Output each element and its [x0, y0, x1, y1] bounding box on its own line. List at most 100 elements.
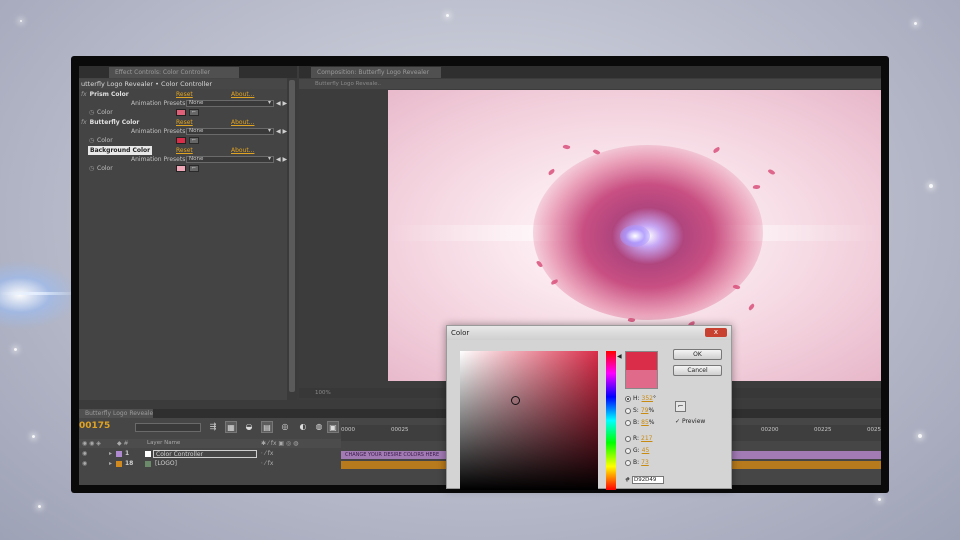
effect-row-prism-color[interactable]: fx Prism Color Reset About... — [79, 90, 287, 99]
effect-name: fx Prism Color — [81, 91, 129, 98]
timeline-search-input[interactable] — [135, 423, 201, 432]
effect-name: fx Butterfly Color — [81, 119, 140, 126]
ok-button[interactable]: OK — [673, 349, 722, 360]
color-swatch[interactable] — [176, 109, 186, 116]
effect-name: Background Color — [88, 146, 153, 155]
graph-editor-icon[interactable]: ◐ — [297, 421, 309, 433]
field-r[interactable]: R: 217 — [625, 434, 652, 444]
expand-chevron-icon[interactable]: ▸ — [109, 449, 112, 459]
color-swatch[interactable] — [176, 165, 186, 172]
radio-button[interactable] — [625, 435, 631, 442]
layer-row[interactable]: ◉ ▸ 1 Color Controller ⋅ ⁄ fx — [79, 449, 341, 459]
visibility-icon[interactable]: ◉ — [82, 449, 87, 459]
radio-button[interactable] — [625, 447, 631, 454]
about-link[interactable]: About... — [231, 90, 254, 99]
ruler-tick: 0000 — [341, 427, 355, 433]
animation-presets-dropdown[interactable]: None — [186, 156, 274, 163]
stopwatch-icon[interactable]: ◷ — [89, 136, 94, 145]
color-property-row: ◷ Color ⌐ — [79, 108, 287, 117]
switches-header-icons: ✱ ⁄ fx ▣ ◎ ◍ — [261, 440, 299, 447]
about-link[interactable]: About... — [231, 118, 254, 127]
tab-effect-controls[interactable]: Effect Controls: Color Controller — [109, 67, 239, 78]
motion-blur-icon[interactable]: ◎ — [279, 421, 291, 433]
color-swatch[interactable] — [176, 137, 186, 144]
visibility-icon[interactable]: ◉ — [82, 459, 87, 469]
cancel-button[interactable]: Cancel — [673, 365, 722, 376]
stopwatch-icon[interactable]: ◷ — [89, 164, 94, 173]
saturation-brightness-field[interactable] — [460, 351, 598, 490]
layer-row[interactable]: ◉ ▸ 18 [LOGO] ⋅ ⁄ fx — [79, 459, 341, 469]
reset-link[interactable]: Reset — [176, 146, 193, 155]
color-picker-cursor[interactable] — [511, 396, 520, 405]
expand-chevron-icon[interactable]: ▸ — [109, 459, 112, 469]
animation-presets-row: Animation Presets: None ◀ ▶ — [79, 99, 287, 108]
ruler-tick: 00225 — [814, 427, 832, 433]
preset-nav-arrows[interactable]: ◀ ▶ — [276, 155, 287, 164]
animation-presets-label: Animation Presets: — [131, 100, 188, 107]
petal — [562, 143, 571, 151]
layer-header: ◉ ◉ ◈ ◆ # Layer Name ✱ ⁄ fx ▣ ◎ ◍ — [79, 439, 341, 448]
shy-icon[interactable]: ◒ — [243, 421, 255, 433]
preview-checkbox[interactable]: ✓ Preview — [675, 418, 705, 425]
label-color-chip[interactable] — [116, 451, 122, 457]
bokeh-dot — [914, 22, 917, 25]
layer-name[interactable]: Color Controller — [153, 450, 257, 458]
radio-button[interactable] — [625, 419, 631, 426]
live-update-icon[interactable]: ▣ — [327, 421, 339, 433]
reset-link[interactable]: Reset — [176, 90, 193, 99]
radio-button[interactable] — [625, 459, 631, 466]
effect-row-background-color[interactable]: Background Color Reset About... — [79, 146, 287, 155]
field-blue[interactable]: B: 73 — [625, 458, 649, 468]
layer-switches[interactable]: ⋅ ⁄ fx — [261, 449, 273, 459]
hex-input[interactable]: D92D49 — [631, 476, 664, 484]
layer-name[interactable]: [LOGO] — [153, 460, 179, 468]
bokeh-dot — [446, 14, 449, 17]
layer-switches[interactable]: ⋅ ⁄ fx — [261, 459, 273, 469]
comp-flow-icon[interactable]: ⇶ — [207, 421, 219, 433]
preview-label: Preview — [681, 418, 706, 425]
radio-button[interactable] — [625, 407, 631, 414]
radio-button[interactable] — [625, 395, 631, 402]
ruler-tick: 00200 — [761, 427, 779, 433]
layer-number: 18 — [125, 460, 134, 467]
reset-link[interactable]: Reset — [176, 118, 193, 127]
panel-scrollbar[interactable] — [287, 78, 297, 400]
ruler-tick: 0025 — [867, 427, 881, 433]
field-s[interactable]: S: 79% — [625, 406, 654, 416]
frame-blend-icon[interactable]: ▤ — [261, 421, 273, 433]
layer-name-header[interactable]: Layer Name — [147, 439, 180, 448]
draft-3d-icon[interactable]: ▦ — [225, 421, 237, 433]
lens-flare — [0, 260, 80, 330]
label-color-chip[interactable] — [116, 461, 122, 467]
current-time[interactable]: 00175 — [79, 421, 110, 431]
original-color-preview[interactable] — [625, 370, 658, 389]
layer-bar-marker-text: CHANGE YOUR DESIRE COLORS HERE — [345, 452, 440, 458]
close-button[interactable]: x — [705, 328, 727, 337]
animation-presets-dropdown[interactable]: None — [186, 100, 274, 107]
stopwatch-icon[interactable]: ◷ — [89, 108, 94, 117]
field-b[interactable]: B: 85% — [625, 418, 654, 428]
petal — [627, 317, 636, 323]
preset-nav-arrows[interactable]: ◀ ▶ — [276, 127, 287, 136]
ruler-tick: 00025 — [391, 427, 409, 433]
preset-nav-arrows[interactable]: ◀ ▶ — [276, 99, 287, 108]
eyedropper-icon[interactable]: ⌐ — [189, 165, 199, 172]
eyedropper-icon[interactable]: ⌐ — [675, 401, 686, 412]
about-link[interactable]: About... — [231, 146, 254, 155]
animation-presets-dropdown[interactable]: None — [186, 128, 274, 135]
hue-slider[interactable] — [606, 351, 616, 490]
brainstorm-icon[interactable]: ◍ — [313, 421, 325, 433]
panel-tabbar: Effect Controls: Color Controller — [79, 66, 297, 78]
field-g[interactable]: G: 45 — [625, 446, 649, 456]
eyedropper-icon[interactable]: ⌐ — [189, 109, 199, 116]
composition-subtab[interactable]: Butterfly Logo Reveale.. — [299, 79, 881, 89]
hue-marker-icon[interactable]: ◀ — [617, 353, 622, 360]
animation-presets-label: Animation Presets: — [131, 156, 188, 163]
zoom-level[interactable]: 100% — [315, 388, 331, 398]
tab-timeline[interactable]: Butterfly Logo Revealer — [79, 409, 153, 418]
hex-row: # D92D49 — [625, 476, 664, 484]
effect-row-butterfly-color[interactable]: fx Butterfly Color Reset About... — [79, 118, 287, 127]
eyedropper-icon[interactable]: ⌐ — [189, 137, 199, 144]
tab-composition[interactable]: Composition: Butterfly Logo Revealer — [311, 67, 441, 78]
field-h[interactable]: H: 352° — [625, 394, 656, 404]
